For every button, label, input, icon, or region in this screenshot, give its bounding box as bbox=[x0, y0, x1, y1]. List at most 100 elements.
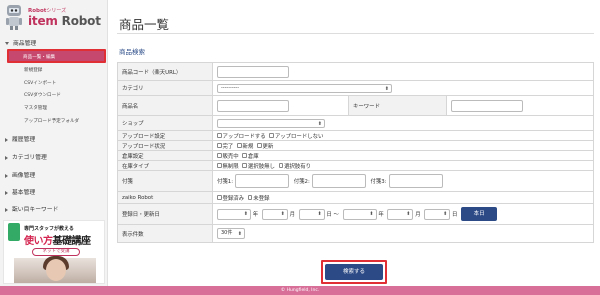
select-arrow-icon: ⬍ bbox=[443, 210, 448, 217]
end-day-select[interactable]: ⬍ bbox=[424, 208, 451, 220]
keyword-input[interactable] bbox=[451, 99, 523, 112]
label-product-name: 商品名 bbox=[117, 95, 213, 116]
start-day-select[interactable]: ⬍ bbox=[298, 208, 325, 220]
option-label: 新規 bbox=[242, 143, 254, 150]
checkbox[interactable] bbox=[217, 153, 222, 158]
unit-label: 年 bbox=[252, 212, 259, 218]
app-logo[interactable]: Robotシリーズ item Robot bbox=[2, 3, 106, 33]
checkbox[interactable] bbox=[237, 143, 242, 148]
checkbox[interactable] bbox=[269, 133, 274, 138]
chevron-right-icon bbox=[5, 137, 8, 142]
tag2-label: 付箋2: bbox=[293, 179, 310, 185]
label-display-count: 表示件数 bbox=[117, 224, 213, 243]
chevron-down-icon bbox=[5, 42, 9, 45]
label-upload-status: アップロード状況 bbox=[117, 140, 213, 151]
option-label: 更新 bbox=[262, 143, 274, 150]
section-title: 商品検索 bbox=[119, 48, 145, 56]
select-arrow-icon: ⬍ bbox=[317, 210, 322, 217]
tag3-label: 付箋3: bbox=[370, 179, 387, 185]
beginner-badge-icon bbox=[8, 223, 20, 241]
label-zaiko-robot: zaiko Robot bbox=[117, 191, 213, 204]
select-arrow-icon: ⬍ bbox=[237, 231, 242, 237]
nav-section-images[interactable]: 画像管理 bbox=[0, 170, 107, 179]
search-button[interactable]: 検索する bbox=[325, 264, 383, 280]
tag2-input[interactable] bbox=[311, 174, 366, 188]
select-arrow-icon: ⬍ bbox=[243, 210, 248, 217]
course-banner[interactable]: 専門スタッフが教える 使い方基礎講座 ネットで受講 bbox=[3, 220, 105, 284]
unit-label: 年 bbox=[378, 212, 384, 218]
brand-name: item Robot bbox=[28, 14, 101, 28]
chevron-right-icon bbox=[5, 155, 8, 160]
checkbox[interactable] bbox=[217, 195, 222, 200]
banner-button[interactable]: ネットで受講 bbox=[32, 248, 80, 256]
product-name-input[interactable] bbox=[217, 99, 289, 112]
unit-label: 日 〜 bbox=[326, 212, 339, 218]
banner-photo-face bbox=[46, 259, 66, 281]
select-arrow-icon: ⬍ bbox=[406, 210, 411, 217]
checkbox[interactable] bbox=[247, 195, 253, 200]
nav-section-category[interactable]: カテゴリ管理 bbox=[0, 152, 107, 161]
label-stock-type: 在庫タイプ bbox=[117, 160, 213, 171]
title-divider bbox=[117, 33, 594, 34]
page-title: 商品一覧 bbox=[119, 17, 170, 32]
chevron-right-icon bbox=[5, 190, 8, 195]
start-month-select[interactable]: ⬍ bbox=[261, 208, 288, 220]
label-tag: 付箋 bbox=[117, 170, 213, 192]
option-label: 無制限 bbox=[222, 163, 239, 170]
option-label: アップロードしない bbox=[274, 133, 324, 140]
select-arrow-icon: ⬍ bbox=[280, 210, 285, 217]
label-warehouse: 倉庫設定 bbox=[117, 150, 213, 161]
category-select[interactable]: ---------- ⬍ bbox=[217, 83, 392, 93]
option-label: 選択肢無し bbox=[247, 163, 275, 170]
chevron-right-icon bbox=[5, 207, 8, 212]
brand-series: Robotシリーズ bbox=[28, 8, 67, 14]
unit-label: 月 bbox=[289, 212, 295, 218]
search-form: 商品コード（楽天URL） カテゴリ ---------- ⬍ 商品名 キーワード … bbox=[117, 62, 594, 243]
option-label: 選択肢有り bbox=[284, 163, 312, 170]
end-year-select[interactable]: ⬍ bbox=[342, 208, 377, 220]
robot-mascot-icon bbox=[6, 5, 22, 30]
unit-label: 月 bbox=[415, 212, 421, 218]
shop-select[interactable]: ⬍ bbox=[217, 118, 325, 128]
today-button[interactable]: 本日 bbox=[461, 207, 498, 221]
option-label: 完了 bbox=[222, 143, 234, 150]
label-product-code: 商品コード（楽天URL） bbox=[117, 62, 213, 81]
banner-line1: 専門スタッフが教える bbox=[24, 226, 74, 232]
sidebar-item-upload-folder[interactable]: アップロード予定フォルダ bbox=[24, 118, 79, 124]
sidebar: Robotシリーズ item Robot 商品管理 商品一覧・編集 新規登録 C… bbox=[0, 0, 108, 286]
sidebar-item-master[interactable]: マスタ管理 bbox=[24, 105, 47, 111]
nav-section-history[interactable]: 履歴管理 bbox=[0, 134, 107, 143]
tag3-input[interactable] bbox=[388, 174, 443, 188]
tag1-input[interactable] bbox=[235, 174, 290, 188]
checkbox[interactable] bbox=[217, 143, 222, 148]
select-arrow-icon: ⬍ bbox=[369, 210, 374, 217]
nav-section-basic[interactable]: 基本管理 bbox=[0, 187, 107, 196]
checkbox[interactable] bbox=[257, 143, 262, 148]
label-upload-setting: アップロード設定 bbox=[117, 130, 213, 141]
label-category: カテゴリ bbox=[117, 80, 213, 96]
checkbox[interactable] bbox=[278, 163, 284, 168]
checkbox[interactable] bbox=[242, 153, 247, 158]
nav-section-keywords[interactable]: 翫い目キーワード bbox=[0, 204, 107, 213]
display-count-select[interactable]: 30件 ⬍ bbox=[217, 228, 245, 239]
option-label: アップロードする bbox=[222, 133, 266, 140]
end-month-select[interactable]: ⬍ bbox=[387, 208, 414, 220]
select-arrow-icon: ⬍ bbox=[317, 120, 322, 127]
label-keyword: キーワード bbox=[348, 95, 447, 116]
label-date: 登録日・更新日 bbox=[117, 203, 213, 225]
sidebar-item-csv-download[interactable]: CSVダウンロード bbox=[24, 92, 61, 98]
option-label: 倉庫 bbox=[247, 153, 259, 160]
option-label: 販売中 bbox=[222, 153, 239, 160]
checkbox[interactable] bbox=[242, 163, 247, 168]
chevron-right-icon bbox=[5, 173, 8, 178]
checkbox[interactable] bbox=[217, 163, 222, 168]
option-label: 登録済み bbox=[222, 195, 245, 202]
nav-section-products[interactable]: 商品管理 bbox=[0, 38, 107, 47]
sidebar-item-new[interactable]: 新規登録 bbox=[24, 67, 42, 73]
product-code-input[interactable] bbox=[217, 65, 289, 78]
start-year-select[interactable]: ⬍ bbox=[217, 208, 251, 220]
search-button-highlight: 検索する bbox=[321, 260, 387, 284]
checkbox[interactable] bbox=[217, 133, 222, 138]
sidebar-item-product-list[interactable]: 商品一覧・編集 bbox=[7, 49, 106, 63]
sidebar-item-csv-import[interactable]: CSVインポート bbox=[24, 80, 56, 86]
